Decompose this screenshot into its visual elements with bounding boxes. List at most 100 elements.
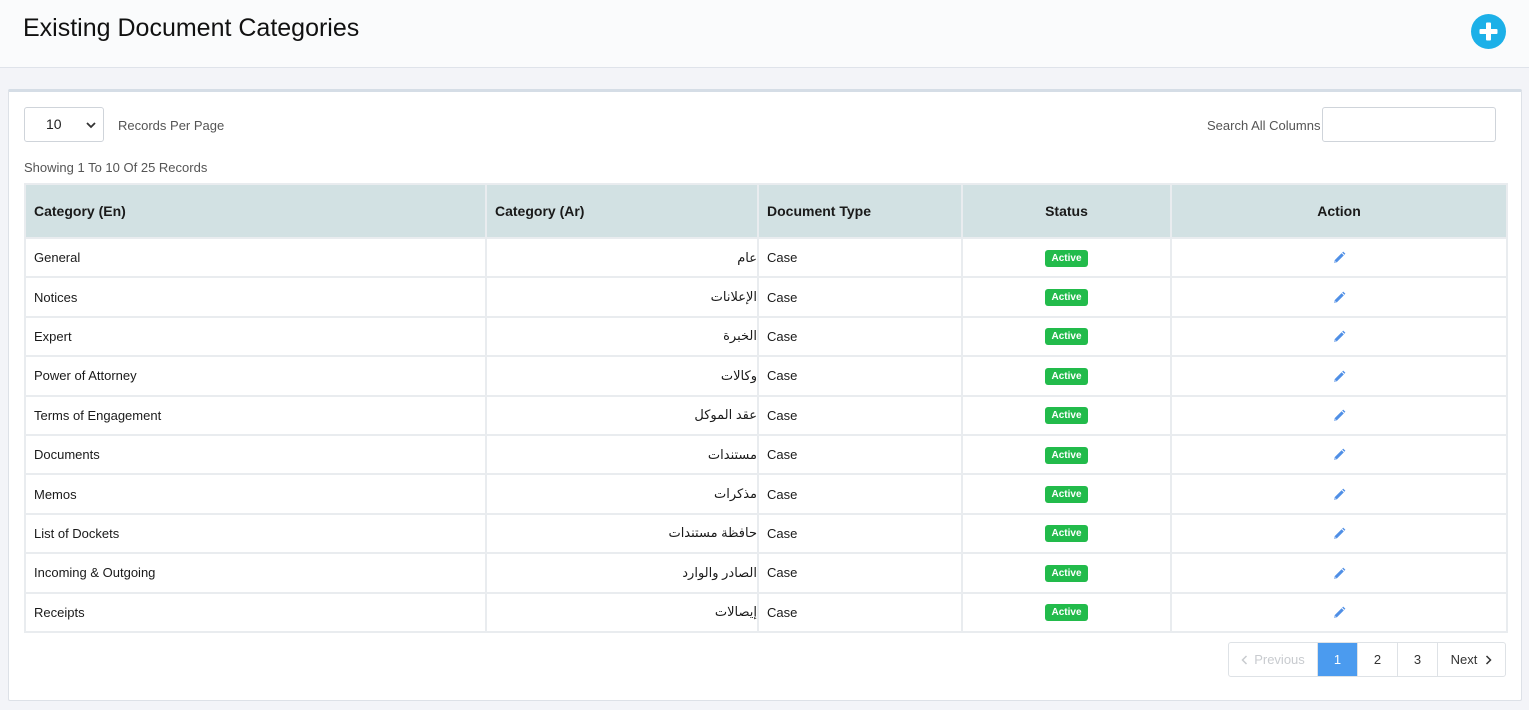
action-cell <box>1170 276 1508 318</box>
category-ar-cell: مستندات <box>485 433 759 476</box>
category-ar-cell: عقد الموكل <box>485 394 759 436</box>
chevron-down-icon <box>86 122 96 129</box>
plus-circle-icon <box>1479 22 1498 41</box>
page-3-button[interactable]: 3 <box>1398 643 1438 676</box>
category-ar-cell: وكالات <box>485 355 759 397</box>
previous-page-button[interactable]: Previous <box>1229 643 1318 676</box>
status-cell: Active <box>961 473 1172 515</box>
category-ar-text: إيصالات <box>714 604 757 620</box>
status-cell: Active <box>961 433 1172 476</box>
status-badge: Active <box>1045 367 1088 385</box>
action-cell <box>1170 315 1508 358</box>
table-header-row: Category (En) Category (Ar) Document Typ… <box>24 183 1508 239</box>
category-en-cell: Power of Attorney <box>24 355 487 397</box>
next-page-button[interactable]: Next <box>1438 643 1505 676</box>
category-en-cell: Receipts <box>24 591 487 633</box>
category-en-cell: Notices <box>24 276 487 318</box>
records-summary: Showing 1 To 10 Of 25 Records <box>24 160 208 175</box>
page-2-button[interactable]: 2 <box>1358 643 1398 676</box>
column-header-action: Action <box>1170 183 1508 239</box>
action-cell <box>1170 433 1508 476</box>
action-cell <box>1170 236 1508 279</box>
status-badge: Active <box>1045 289 1088 307</box>
chevron-right-icon <box>1486 654 1492 665</box>
category-ar-text: الخبرة <box>723 328 757 344</box>
status-cell: Active <box>961 591 1172 633</box>
pencil-icon[interactable] <box>1332 606 1346 620</box>
pencil-icon[interactable] <box>1332 370 1346 384</box>
category-ar-text: وكالات <box>720 367 757 383</box>
column-header-document-type[interactable]: Document Type <box>757 183 963 239</box>
previous-page-label: Previous <box>1254 652 1305 667</box>
records-per-page-select[interactable]: 10 <box>24 107 104 142</box>
next-page-label: Next <box>1450 652 1478 667</box>
action-cell <box>1170 473 1508 515</box>
pagination: Previous 1 2 3 Next <box>1228 642 1506 677</box>
categories-table: Category (En) Category (Ar) Document Typ… <box>24 183 1508 633</box>
action-cell <box>1170 552 1508 594</box>
status-cell: Active <box>961 512 1172 555</box>
status-cell: Active <box>961 315 1172 358</box>
table-row: Memos مذكرات Case Active <box>24 473 1508 515</box>
category-en-cell: List of Dockets <box>24 512 487 555</box>
status-cell: Active <box>961 394 1172 436</box>
status-badge: Active <box>1045 249 1088 267</box>
pencil-icon[interactable] <box>1332 291 1346 305</box>
pencil-icon[interactable] <box>1332 330 1346 344</box>
category-ar-cell: عام <box>485 236 759 279</box>
document-type-cell: Case <box>757 394 963 436</box>
chevron-left-icon <box>1241 654 1248 665</box>
column-header-status[interactable]: Status <box>961 183 1172 239</box>
pencil-icon[interactable] <box>1332 527 1346 541</box>
table-row: Receipts إيصالات Case Active <box>24 591 1508 633</box>
action-cell <box>1170 394 1508 436</box>
category-en-cell: Documents <box>24 433 487 476</box>
document-type-cell: Case <box>757 236 963 279</box>
pencil-icon[interactable] <box>1332 448 1346 462</box>
status-badge: Active <box>1045 486 1088 504</box>
status-badge: Active <box>1045 407 1088 425</box>
document-type-cell: Case <box>757 512 963 555</box>
pencil-icon[interactable] <box>1332 409 1346 423</box>
category-ar-cell: مذكرات <box>485 473 759 515</box>
action-cell <box>1170 355 1508 397</box>
category-en-cell: Incoming & Outgoing <box>24 552 487 594</box>
category-ar-cell: الصادر والوارد <box>485 552 759 594</box>
category-en-cell: Expert <box>24 315 487 358</box>
category-en-cell: Memos <box>24 473 487 515</box>
document-type-cell: Case <box>757 276 963 318</box>
category-ar-text: عقد الموكل <box>694 407 757 423</box>
status-badge: Active <box>1045 604 1088 622</box>
table-row: Terms of Engagement عقد الموكل Case Active <box>24 394 1508 436</box>
category-ar-text: عام <box>737 249 757 265</box>
table-row: List of Dockets حافظة مستندات Case Active <box>24 512 1508 555</box>
page-1-button[interactable]: 1 <box>1318 643 1358 676</box>
column-header-category-ar[interactable]: Category (Ar) <box>485 183 759 239</box>
action-cell <box>1170 512 1508 555</box>
search-label: Search All Columns <box>1207 118 1321 133</box>
status-cell: Active <box>961 276 1172 318</box>
table-row: Documents مستندات Case Active <box>24 433 1508 476</box>
category-ar-text: حافظة مستندات <box>668 525 757 541</box>
document-type-cell: Case <box>757 315 963 358</box>
category-ar-text: الصادر والوارد <box>682 564 757 580</box>
pencil-icon[interactable] <box>1332 488 1346 502</box>
category-ar-cell: الخبرة <box>485 315 759 358</box>
category-ar-cell: الإعلانات <box>485 276 759 318</box>
category-ar-cell: إيصالات <box>485 591 759 633</box>
pencil-icon[interactable] <box>1332 251 1346 265</box>
page-header: Existing Document Categories <box>0 0 1529 68</box>
status-cell: Active <box>961 355 1172 397</box>
action-cell <box>1170 591 1508 633</box>
search-input[interactable] <box>1322 107 1496 142</box>
document-type-cell: Case <box>757 591 963 633</box>
column-header-category-en[interactable]: Category (En) <box>24 183 487 239</box>
table-row: Power of Attorney وكالات Case Active <box>24 355 1508 397</box>
table-row: Incoming & Outgoing الصادر والوارد Case Act… <box>24 552 1508 594</box>
page-title: Existing Document Categories <box>23 14 360 42</box>
status-badge: Active <box>1045 328 1088 346</box>
add-category-button[interactable] <box>1471 14 1506 49</box>
document-type-cell: Case <box>757 355 963 397</box>
records-per-page-value: 10 <box>46 116 62 132</box>
pencil-icon[interactable] <box>1332 567 1346 581</box>
